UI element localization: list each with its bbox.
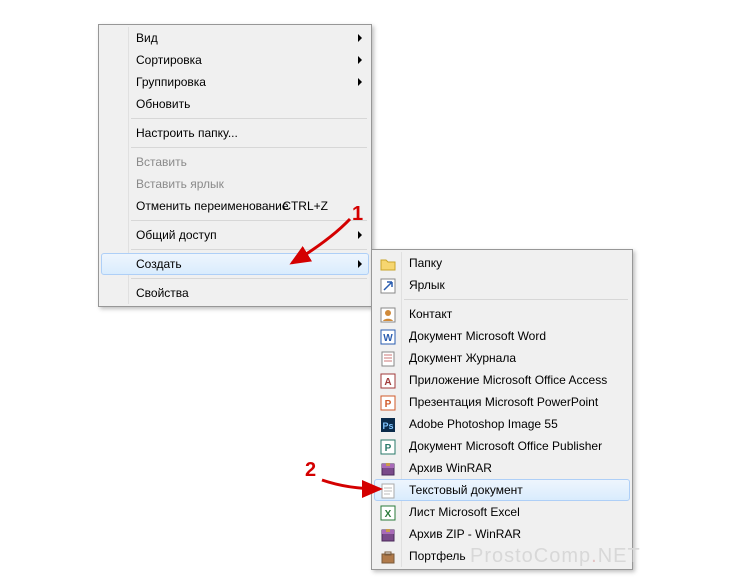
svg-text:A: A bbox=[384, 377, 391, 388]
submenu-arrow-icon bbox=[358, 56, 362, 64]
menu-item-label: Обновить bbox=[136, 97, 190, 111]
menu-separator bbox=[404, 299, 628, 300]
menu-item-label: Папку bbox=[409, 256, 442, 270]
menu-item-label: Общий доступ bbox=[136, 228, 217, 242]
menu-item-label: Создать bbox=[136, 257, 182, 271]
submenu-arrow-icon bbox=[358, 260, 362, 268]
access-icon: A bbox=[379, 372, 397, 390]
annotation-number-2: 2 bbox=[305, 459, 316, 482]
mainMenu-item[interactable]: Обновить bbox=[101, 93, 369, 115]
subMenu-item[interactable]: Папку bbox=[374, 252, 630, 274]
menu-separator bbox=[131, 278, 367, 279]
text-icon bbox=[379, 482, 397, 500]
menu-item-label: Портфель bbox=[409, 549, 466, 563]
menu-item-label: Вставить ярлык bbox=[136, 177, 224, 191]
menu-item-label: Настроить папку... bbox=[136, 126, 238, 140]
menu-item-label: Документ Microsoft Word bbox=[409, 329, 546, 343]
subMenu-item[interactable]: Ps Adobe Photoshop Image 55 bbox=[374, 413, 630, 435]
subMenu-item[interactable]: Контакт bbox=[374, 303, 630, 325]
menu-item-label: Приложение Microsoft Office Access bbox=[409, 373, 607, 387]
menu-item-label: Контакт bbox=[409, 307, 452, 321]
powerpoint-icon: P bbox=[379, 394, 397, 412]
menu-item-label: Презентация Microsoft PowerPoint bbox=[409, 395, 598, 409]
svg-text:Ps: Ps bbox=[382, 421, 393, 431]
context-menu-create: Папку Ярлык Контакт W Документ Microsoft Wor… bbox=[371, 249, 633, 570]
subMenu-item[interactable]: Архив ZIP - WinRAR bbox=[374, 523, 630, 545]
word-icon: W bbox=[379, 328, 397, 346]
subMenu-item[interactable]: Документ Журнала bbox=[374, 347, 630, 369]
menu-item-label: Текстовый документ bbox=[409, 483, 523, 497]
mainMenu-item[interactable]: Группировка bbox=[101, 71, 369, 93]
menu-item-label: Ярлык bbox=[409, 278, 445, 292]
subMenu-item[interactable]: P Документ Microsoft Office Publisher bbox=[374, 435, 630, 457]
subMenu-item[interactable]: A Приложение Microsoft Office Access bbox=[374, 369, 630, 391]
menu-item-label: Документ Microsoft Office Publisher bbox=[409, 439, 602, 453]
menu-item-label: Сортировка bbox=[136, 53, 202, 67]
context-menu-main: Вид Сортировка Группировка Обновить Настроит… bbox=[98, 24, 372, 307]
contact-icon bbox=[379, 306, 397, 324]
subMenu-item[interactable]: Ярлык bbox=[374, 274, 630, 296]
mainMenu-item[interactable]: Общий доступ bbox=[101, 224, 369, 246]
menu-item-label: Свойства bbox=[136, 286, 189, 300]
mainMenu-item: Вставить ярлык bbox=[101, 173, 369, 195]
subMenu-item[interactable]: W Документ Microsoft Word bbox=[374, 325, 630, 347]
watermark-text: NET bbox=[598, 545, 641, 567]
svg-text:X: X bbox=[385, 509, 392, 520]
menu-item-label: Adobe Photoshop Image 55 bbox=[409, 417, 558, 431]
menu-separator bbox=[131, 118, 367, 119]
winrar-icon bbox=[379, 526, 397, 544]
svg-text:P: P bbox=[385, 443, 392, 454]
menu-separator bbox=[131, 147, 367, 148]
briefcase-icon bbox=[379, 548, 397, 566]
mainMenu-item[interactable]: Сортировка bbox=[101, 49, 369, 71]
subMenu-item[interactable]: P Презентация Microsoft PowerPoint bbox=[374, 391, 630, 413]
excel-icon: X bbox=[379, 504, 397, 522]
mainMenu-item[interactable]: Создать bbox=[101, 253, 369, 275]
menu-item-label: Архив ZIP - WinRAR bbox=[409, 527, 521, 541]
journal-icon bbox=[379, 350, 397, 368]
menu-item-label: Лист Microsoft Excel bbox=[409, 505, 520, 519]
menu-item-label: Вставить bbox=[136, 155, 187, 169]
menu-item-label: Отменить переименование bbox=[136, 199, 289, 213]
svg-text:W: W bbox=[383, 333, 393, 344]
annotation-number-1: 1 bbox=[352, 203, 363, 226]
menu-item-label: Вид bbox=[136, 31, 158, 45]
menu-item-label: Документ Журнала bbox=[409, 351, 516, 365]
menu-item-label: Архив WinRAR bbox=[409, 461, 492, 475]
watermark: ProstoComp.NET bbox=[470, 545, 641, 568]
menu-separator bbox=[131, 249, 367, 250]
subMenu-item[interactable]: X Лист Microsoft Excel bbox=[374, 501, 630, 523]
folder-icon bbox=[379, 255, 397, 273]
menu-separator bbox=[131, 220, 367, 221]
menu-item-label: Группировка bbox=[136, 75, 206, 89]
mainMenu-item[interactable]: Вид bbox=[101, 27, 369, 49]
mainMenu-item: Вставить bbox=[101, 151, 369, 173]
mainMenu-item[interactable]: Отменить переименованиеCTRL+Z bbox=[101, 195, 369, 217]
watermark-text: ProstoComp bbox=[470, 545, 591, 567]
menu-item-shortcut: CTRL+Z bbox=[282, 199, 328, 213]
subMenu-item[interactable]: Архив WinRAR bbox=[374, 457, 630, 479]
photoshop-icon: Ps bbox=[379, 416, 397, 434]
submenu-arrow-icon bbox=[358, 231, 362, 239]
shortcut-icon bbox=[379, 277, 397, 295]
svg-text:P: P bbox=[385, 399, 392, 410]
submenu-arrow-icon bbox=[358, 34, 362, 42]
subMenu-item[interactable]: Текстовый документ bbox=[374, 479, 630, 501]
mainMenu-item[interactable]: Свойства bbox=[101, 282, 369, 304]
publisher-icon: P bbox=[379, 438, 397, 456]
mainMenu-item[interactable]: Настроить папку... bbox=[101, 122, 369, 144]
winrar-icon bbox=[379, 460, 397, 478]
submenu-arrow-icon bbox=[358, 78, 362, 86]
